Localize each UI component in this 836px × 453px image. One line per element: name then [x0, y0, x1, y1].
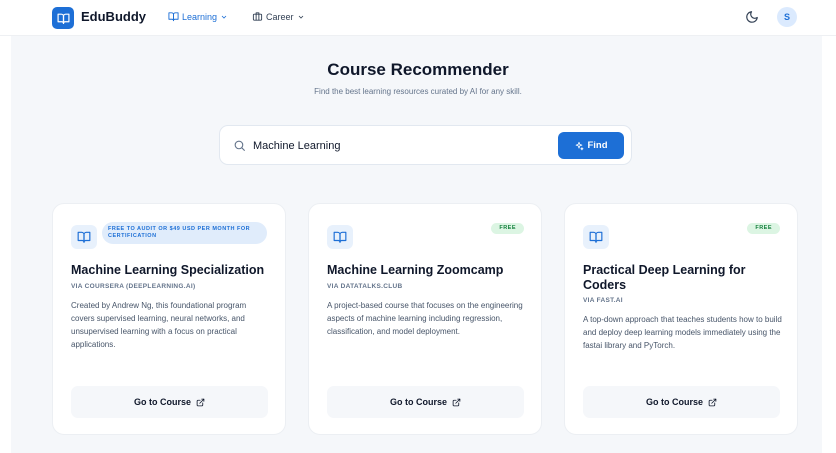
price-badge: FREE TO AUDIT OR $49 USD PER MONTH FOR C…: [102, 222, 267, 244]
find-button-label: Find: [587, 140, 608, 151]
chevron-down-icon: [298, 15, 303, 19]
book-open-icon: [589, 231, 603, 243]
brand-name[interactable]: EduBuddy: [81, 9, 146, 24]
search-bar: Find: [219, 125, 632, 165]
go-to-course-button[interactable]: Go to Course: [583, 386, 780, 418]
course-icon: [327, 225, 353, 249]
search-input[interactable]: [253, 136, 543, 156]
go-to-course-button[interactable]: Go to Course: [71, 386, 268, 418]
sparkles-icon: [576, 141, 584, 150]
course-description: Created by Andrew Ng, this foundational …: [71, 301, 247, 349]
go-to-course-label: Go to Course: [133, 397, 191, 407]
course-title: Practical Deep Learning for Coders: [583, 263, 746, 292]
briefcase-icon: [252, 12, 263, 21]
course-source: VIA DATATALKS.CLUB: [327, 283, 403, 290]
book-open-icon: [168, 12, 179, 22]
page-subtitle: Find the best learning resources curated…: [314, 87, 522, 96]
course-card: FREE Machine Learning Zoomcamp VIA DATAT…: [308, 203, 542, 435]
external-link-icon: [196, 398, 205, 406]
page-title: Course Recommender: [327, 60, 509, 79]
external-link-icon: [708, 398, 717, 406]
course-icon: [71, 225, 97, 249]
chevron-down-icon: [221, 15, 227, 19]
nav-learning-label: Learning: [182, 11, 218, 22]
logo[interactable]: [52, 7, 74, 29]
course-card: FREE TO AUDIT OR $49 USD PER MONTH FOR C…: [52, 203, 286, 435]
search-icon: [234, 140, 245, 151]
book-open-icon: [77, 231, 91, 243]
course-card: FREE Practical Deep Learning for Coders …: [564, 203, 798, 435]
course-source: VIA COURSERA (DEEPLEARNING.AI): [71, 283, 196, 290]
book-open-icon: [333, 231, 347, 243]
external-link-icon: [452, 398, 461, 406]
find-button[interactable]: Find: [558, 132, 624, 159]
nav-learning[interactable]: Learning: [168, 11, 228, 22]
course-title: Machine Learning Specialization: [71, 263, 265, 277]
top-navbar: EduBuddy Learning Career S: [0, 0, 836, 36]
user-avatar[interactable]: S: [777, 7, 797, 27]
book-open-icon: [56, 13, 70, 24]
course-description: A project-based course that focuses on t…: [327, 301, 523, 336]
course-title: Machine Learning Zoomcamp: [327, 263, 504, 277]
moon-icon[interactable]: [745, 10, 759, 24]
course-description: A top-down approach that teaches student…: [583, 315, 782, 350]
price-badge: FREE: [491, 223, 524, 234]
price-badge: FREE: [747, 223, 780, 234]
go-to-course-button[interactable]: Go to Course: [327, 386, 524, 418]
nav-career[interactable]: Career: [252, 11, 305, 22]
course-source: VIA FAST.AI: [583, 297, 623, 304]
nav-career-label: Career: [266, 11, 294, 22]
course-icon: [583, 225, 609, 249]
go-to-course-label: Go to Course: [645, 397, 703, 407]
go-to-course-label: Go to Course: [389, 397, 447, 407]
